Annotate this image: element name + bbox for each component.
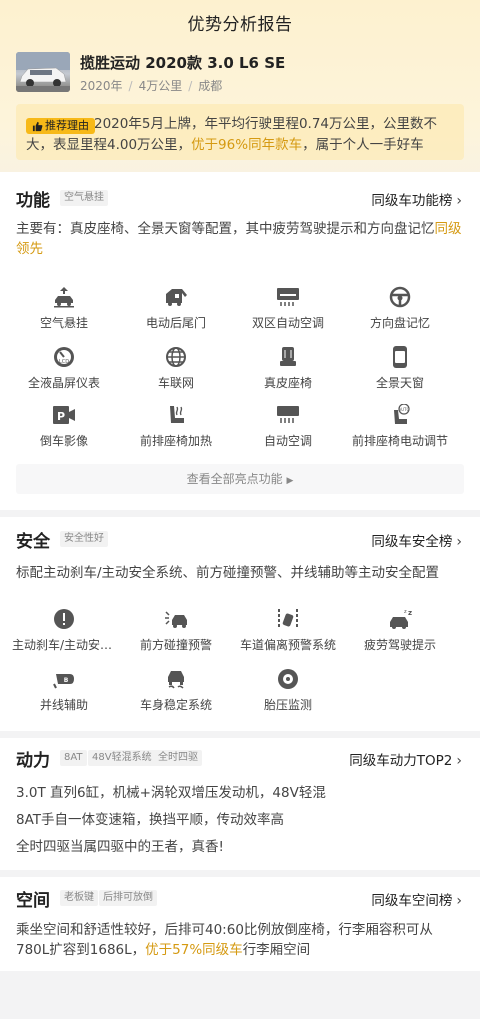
function-description: 主要有：真皮座椅、全景天窗等配置，其中疲劳驾驶提示和方向盘记忆同级领先 [16, 221, 462, 257]
svg-text:LCD: LCD [59, 359, 69, 365]
connected-car-icon [166, 347, 186, 367]
feature-leather-seat[interactable]: 真皮座椅 [232, 346, 344, 391]
active-brake-icon [54, 609, 74, 629]
safety-fatigue-alert[interactable]: zz 疲劳驾驶提示 [344, 608, 456, 653]
triangle-right-icon: ▶ [286, 476, 294, 486]
feature-steering-memory[interactable]: 方向盘记忆 [344, 286, 456, 331]
car-city: 成都 [198, 79, 223, 93]
feature-seat-heating[interactable]: 前排座椅加热 [120, 404, 232, 449]
function-title: 功能 [16, 191, 50, 211]
car-year: 2020年 [80, 79, 123, 93]
space-tag-boss-key: 老板键 [60, 890, 98, 906]
svg-text:z: z [408, 609, 412, 617]
chevron-right-icon: › [456, 193, 462, 209]
car-name: 揽胜运动 2020款 3.0 L6 SE [80, 54, 286, 72]
feature-reverse-camera[interactable]: P 倒车影像 [8, 404, 120, 449]
page-title: 优势分析报告 [187, 15, 293, 35]
function-rank-link[interactable]: 同级车功能榜 › [371, 189, 462, 209]
svg-text:z: z [404, 609, 407, 615]
feature-dual-zone-ac[interactable]: 双区自动空调 [232, 286, 344, 331]
power-tag-transmission: 8AT [60, 750, 87, 766]
chevron-right-icon: › [456, 753, 462, 769]
reason-highlight: 优于96%同年款车 [191, 137, 303, 153]
fatigue-alert-icon: zz [390, 609, 412, 629]
safety-stability-control[interactable]: 车身稳定系统 [120, 668, 232, 713]
space-title: 空间 [16, 891, 50, 911]
safety-tire-pressure[interactable]: 胎压监测 [232, 668, 344, 713]
lane-departure-icon [278, 609, 298, 629]
view-all-features-button[interactable]: 查看全部亮点功能 ▶ [16, 464, 464, 494]
feature-lcd-cluster[interactable]: LCD 全液晶屏仪表 [8, 346, 120, 391]
safety-lane-departure[interactable]: 车道偏离预警系统 [232, 608, 344, 653]
car-mileage: 4万公里 [138, 79, 183, 93]
lcd-cluster-icon: LCD [54, 347, 74, 367]
safety-description: 标配主动刹车/主动安全系统、前方碰撞预警、并线辅助等主动安全配置 [16, 565, 440, 581]
chevron-right-icon: › [456, 534, 462, 550]
safety-rank-link[interactable]: 同级车安全榜 › [371, 530, 462, 550]
feature-power-tailgate[interactable]: 电动后尾门 [120, 286, 232, 331]
function-tag: 空气悬挂 [60, 190, 108, 206]
power-line-gearbox: 8AT手自一体变速箱，换挡平顺，传动效率高 [16, 812, 285, 828]
seat-heating-icon [170, 406, 184, 423]
feature-auto-ac[interactable]: 自动空调 [232, 404, 344, 449]
feature-air-suspension[interactable]: 空气悬挂 [8, 286, 120, 331]
power-line-engine: 3.0T 直列6缸，机械+涡轮双增压发动机，48V轻混 [16, 785, 326, 801]
space-tag-fold-seat: 后排可放倒 [99, 890, 157, 906]
power-rank-link[interactable]: 同级车动力TOP2 › [349, 749, 462, 769]
safety-blind-spot[interactable]: B 并线辅助 [8, 668, 120, 713]
stability-control-icon [168, 671, 184, 689]
recommend-reason-text: 2020年5月上牌，年平均行驶里程0.74万公里，公里数不大，表显里程4.00万… [26, 116, 438, 153]
power-tag-awd: 全时四驱 [154, 750, 202, 766]
feature-panoramic-sunroof[interactable]: 全景天窗 [344, 346, 456, 391]
safety-title: 安全 [16, 532, 50, 552]
power-tag-mild-hybrid: 48V轻混系统 [88, 750, 156, 766]
svg-text:AUTO: AUTO [398, 407, 409, 412]
safety-tag: 安全性好 [60, 531, 108, 547]
leather-seat-icon [280, 347, 296, 366]
svg-text:B: B [64, 677, 69, 684]
reverse-camera-icon: P [53, 406, 75, 424]
space-description: 乘坐空间和舒适性较好，后排可40:60比例放倒座椅，行李厢容积可从780L扩容到… [16, 922, 433, 958]
car-thumbnail[interactable] [16, 52, 70, 92]
power-title: 动力 [16, 751, 50, 771]
svg-text:P: P [57, 410, 65, 423]
power-line-drivetrain: 全时四驱当属四驱中的王者，真香! [16, 839, 224, 855]
auto-ac-icon [277, 406, 299, 423]
dual-zone-ac-icon [277, 288, 299, 306]
chevron-right-icon: › [456, 893, 462, 909]
power-tailgate-icon [166, 289, 187, 306]
steering-wheel-icon [389, 286, 411, 308]
car-meta: 2020年/4万公里 / 成都 [80, 79, 223, 93]
collision-warning-icon [165, 611, 187, 628]
feature-connected-car[interactable]: 车联网 [120, 346, 232, 391]
space-rank-link[interactable]: 同级车空间榜 › [371, 889, 462, 909]
blind-spot-icon: B [53, 674, 74, 689]
panoramic-sunroof-icon [393, 346, 407, 368]
feature-power-seat[interactable]: AUTO 前排座椅电动调节 [344, 404, 456, 449]
power-seat-icon: AUTO [394, 404, 410, 424]
safety-active-brake[interactable]: 主动刹车/主动安全系统 [8, 608, 120, 653]
air-suspension-icon [54, 287, 74, 308]
tire-pressure-icon [278, 669, 298, 689]
safety-collision-warning[interactable]: 前方碰撞预警 [120, 608, 232, 653]
